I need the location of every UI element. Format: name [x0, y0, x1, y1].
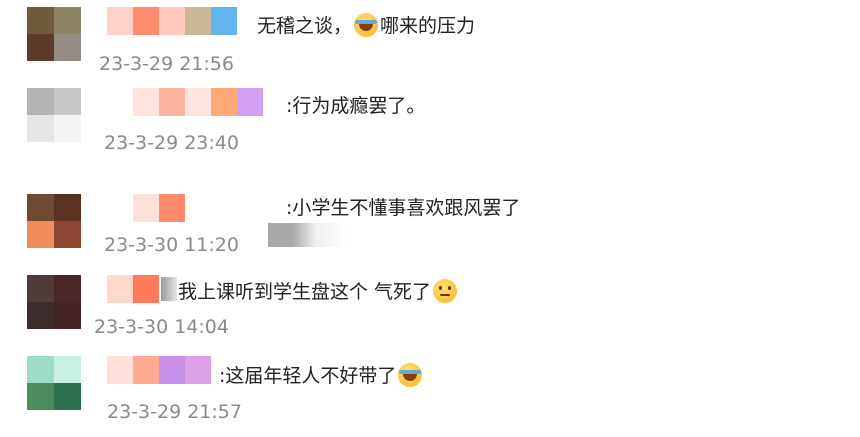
- comment-timestamp: 23-3-29 23:40: [104, 132, 239, 154]
- avatar-pixel: [27, 275, 54, 302]
- comment-timestamp: 23-3-29 21:57: [107, 401, 242, 423]
- avatar-pixel: [54, 383, 81, 410]
- nickname-mosaic-block: [133, 275, 159, 303]
- avatar-pixel: [27, 34, 54, 61]
- comment-text: 无稽之谈， 哪来的压力: [257, 12, 475, 40]
- nickname-mosaic-block: [133, 88, 159, 116]
- username-blurred[interactable]: [107, 7, 237, 35]
- comment-text-part: 无稽之谈，: [257, 15, 353, 37]
- nickname-mosaic-block: [107, 7, 133, 35]
- blurred-image-placeholder: [268, 223, 348, 247]
- avatar[interactable]: [27, 194, 81, 248]
- nickname-mosaic-block: [237, 88, 263, 116]
- avatar-pixel: [27, 7, 54, 34]
- comment-text: :小学生不懂事喜欢跟风罢了: [286, 197, 521, 219]
- nickname-mosaic-block: [185, 88, 211, 116]
- nickname-mosaic-block: [133, 356, 159, 384]
- avatar-pixel: [54, 221, 81, 248]
- nickname-mosaic-block: [185, 7, 211, 35]
- avatar[interactable]: [27, 356, 81, 410]
- avatar-pixel: [54, 194, 81, 221]
- avatar[interactable]: [27, 88, 81, 142]
- avatar[interactable]: [27, 275, 81, 329]
- comment-text: :这届年轻人不好带了: [219, 362, 424, 390]
- comment-text-part: 我上课听到学生盘这个 气死了: [178, 281, 432, 303]
- avatar[interactable]: [27, 7, 81, 61]
- nickname-mosaic-block: [159, 194, 185, 222]
- username-blurred[interactable]: [133, 88, 263, 116]
- avatar-pixel: [54, 7, 81, 34]
- nickname-mosaic-block: [185, 356, 211, 384]
- avatar-pixel: [27, 221, 54, 248]
- comment-timestamp: 23-3-29 21:56: [99, 53, 234, 75]
- comment-timestamp: 23-3-30 11:20: [104, 234, 239, 256]
- avatar-pixel: [54, 356, 81, 383]
- nickname-mosaic-block: [159, 7, 185, 35]
- avatar-pixel: [27, 194, 54, 221]
- nickname-mosaic-block: [107, 275, 133, 303]
- comment-text-part: 哪来的压力: [380, 15, 476, 37]
- comment-text: 我上课听到学生盘这个 气死了: [178, 278, 459, 306]
- avatar-pixel: [54, 275, 81, 302]
- username-blurred[interactable]: [133, 194, 185, 222]
- comment-text-part: :这届年轻人不好带了: [219, 365, 397, 387]
- avatar-pixel: [54, 302, 81, 329]
- nickname-mosaic-block: [211, 88, 237, 116]
- nickname-mosaic-block: [133, 7, 159, 35]
- avatar-pixel: [27, 383, 54, 410]
- avatar-pixel: [27, 302, 54, 329]
- thinking-face-icon: [433, 279, 458, 303]
- nickname-mosaic-block: [133, 194, 159, 222]
- avatar-pixel: [27, 356, 54, 383]
- nickname-mosaic-block: [159, 88, 185, 116]
- laughing-with-tears-icon: [398, 363, 423, 387]
- comment-text: :行为成瘾罢了。: [286, 95, 426, 117]
- laughing-with-tears-icon: [354, 13, 379, 37]
- nickname-mosaic-block: [159, 356, 185, 384]
- avatar-pixel: [54, 88, 81, 115]
- avatar-pixel: [27, 88, 54, 115]
- comment-timestamp: 23-3-30 14:04: [94, 316, 229, 338]
- nickname-mosaic-block: [107, 356, 133, 384]
- avatar-pixel: [54, 34, 81, 61]
- username-blurred[interactable]: [107, 356, 211, 384]
- avatar-pixel: [27, 115, 54, 142]
- username-blurred[interactable]: [107, 275, 159, 303]
- username-edge-blur: [161, 277, 177, 301]
- nickname-mosaic-block: [211, 7, 237, 35]
- avatar-pixel: [54, 115, 81, 142]
